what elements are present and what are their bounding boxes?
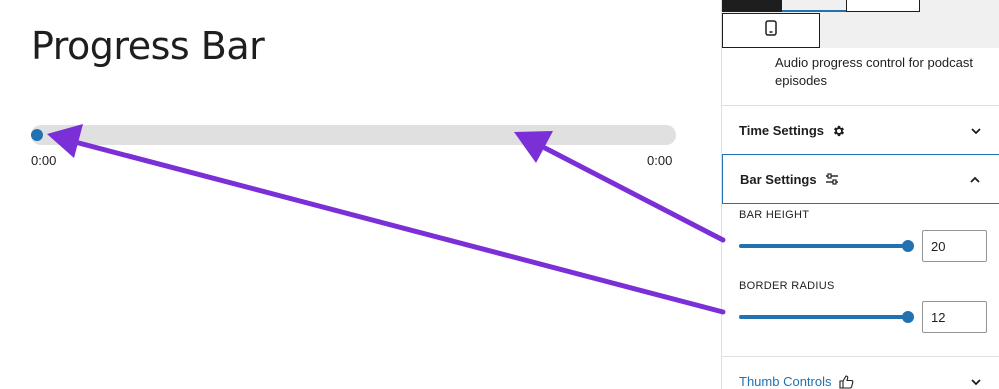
panel-time-settings[interactable]: Time Settings [722, 105, 999, 155]
chevron-up-icon [969, 173, 981, 191]
border-radius-input[interactable] [922, 301, 987, 333]
tab-segment[interactable] [846, 0, 920, 12]
slider-fill [739, 244, 908, 248]
thumbs-up-icon [839, 374, 854, 389]
total-time-label: 0:00 [647, 153, 673, 168]
border-radius-slider[interactable] [739, 311, 914, 323]
current-time-label: 0:00 [31, 153, 57, 168]
panel-title: Time Settings [739, 123, 825, 138]
bar-height-label: BAR HEIGHT [739, 209, 810, 221]
tab-segment-active[interactable] [782, 0, 846, 12]
chevron-down-icon [970, 124, 982, 142]
slider-handle[interactable] [902, 311, 914, 323]
panel-thumb-controls[interactable]: Thumb Controls [722, 356, 999, 389]
sidebar-tab-strip [722, 0, 999, 48]
block-description: Audio progress control for podcast episo… [775, 55, 973, 88]
border-radius-label: BORDER RADIUS [739, 280, 835, 292]
slider-fill [739, 315, 908, 319]
panel-title: Bar Settings [740, 171, 817, 187]
tab-segment[interactable] [722, 0, 782, 12]
page-title: Progress Bar [31, 24, 265, 68]
mobile-preview-button[interactable] [722, 13, 820, 48]
bar-height-slider[interactable] [739, 240, 914, 252]
sliders-icon [825, 172, 839, 186]
mobile-device-icon [765, 20, 777, 41]
panel-title: Thumb Controls [739, 374, 832, 389]
panel-bar-settings[interactable]: Bar Settings [722, 154, 999, 204]
settings-sidebar: Audio progress control for podcast episo… [721, 0, 999, 389]
gear-icon [832, 124, 846, 138]
chevron-down-icon [970, 375, 982, 389]
bar-height-input[interactable] [922, 230, 987, 262]
progress-bar-track[interactable] [31, 125, 676, 145]
editor-canvas: Progress Bar 0:00 0:00 [0, 0, 721, 389]
progress-bar-thumb[interactable] [31, 129, 43, 141]
slider-handle[interactable] [902, 240, 914, 252]
